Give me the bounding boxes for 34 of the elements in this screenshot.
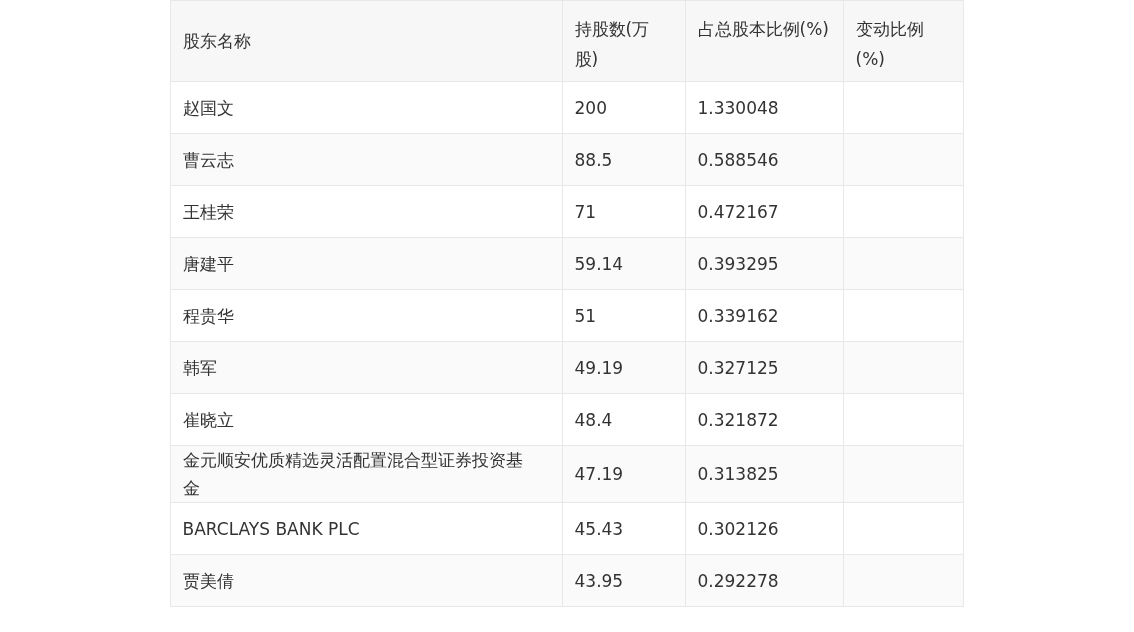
table-cell: 王桂荣	[170, 185, 562, 238]
table-cell: 88.5	[562, 133, 685, 186]
table-cell: 1.330048	[685, 81, 843, 134]
table-cell: 赵国文	[170, 81, 562, 134]
table-cell: 0.292278	[685, 554, 843, 607]
header-cell: 股东名称	[170, 0, 562, 82]
table-cell: 崔晓立	[170, 393, 562, 446]
table-cell: 0.302126	[685, 502, 843, 555]
table-cell: 程贵华	[170, 289, 562, 342]
table-cell: 71	[562, 185, 685, 238]
table-cell: 唐建平	[170, 237, 562, 290]
table-cell: 金元顺安优质精选灵活配置混合型证券投资基金	[170, 445, 562, 503]
table-cell: 0.321872	[685, 393, 843, 446]
table-cell: 45.43	[562, 502, 685, 555]
table-cell: 43.95	[562, 554, 685, 607]
table-cell: 48.4	[562, 393, 685, 446]
header-cell: 持股数(万股)	[562, 0, 685, 82]
table-cell: 49.19	[562, 341, 685, 394]
table-cell: 0.588546	[685, 133, 843, 186]
table-cell: BARCLAYS BANK PLC	[170, 502, 562, 555]
table-cell: 200	[562, 81, 685, 134]
header-cell: 变动比例(%)	[843, 0, 963, 82]
header-cell: 占总股本比例(%)	[685, 0, 843, 82]
table-cell: 0.393295	[685, 237, 843, 290]
table-cell: 韩军	[170, 341, 562, 394]
table-cell: 0.313825	[685, 445, 843, 503]
table-cell: 47.19	[562, 445, 685, 503]
table-cell: 51	[562, 289, 685, 342]
table-cell: 0.339162	[685, 289, 843, 342]
table-cell: 0.472167	[685, 185, 843, 238]
table-cell: 贾美倩	[170, 554, 562, 607]
table-cell: 59.14	[562, 237, 685, 290]
table-cell: 曹云志	[170, 133, 562, 186]
table-cell: 0.327125	[685, 341, 843, 394]
